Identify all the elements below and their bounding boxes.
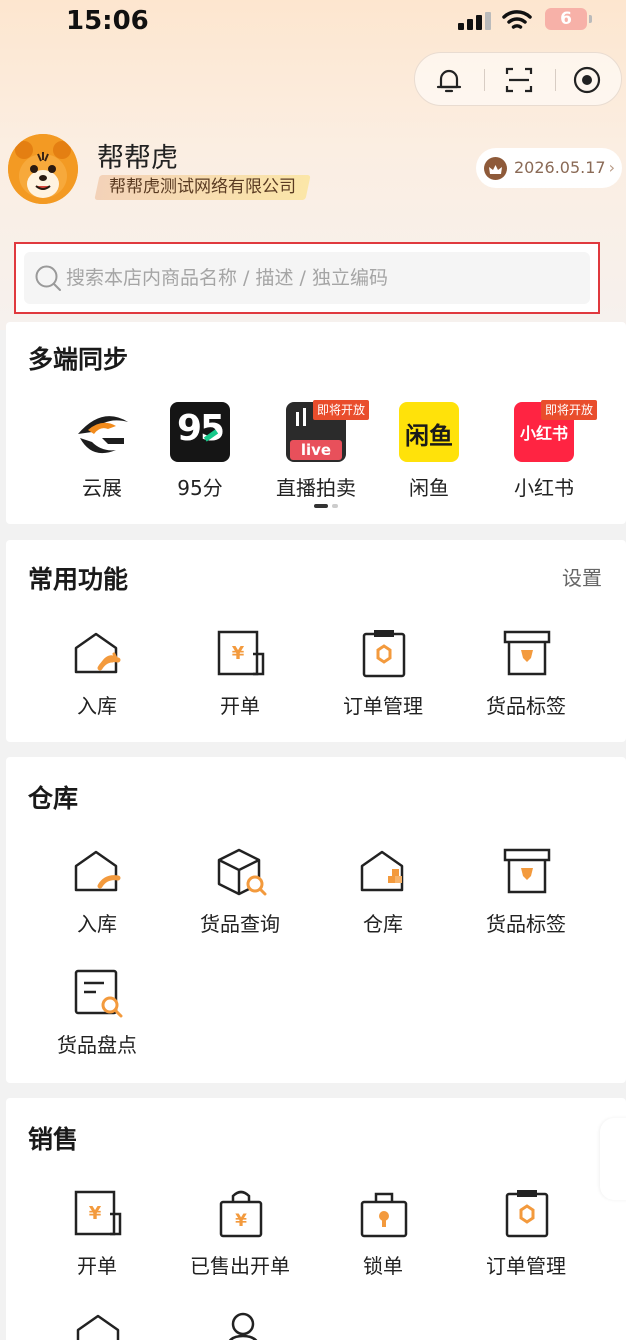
func-label: 货品盘点: [57, 1033, 137, 1057]
box-search-icon: [217, 848, 267, 896]
floating-side-tab[interactable]: [600, 1118, 626, 1200]
house-inbound-icon: [74, 632, 121, 674]
sales-card: 销售 ¥ 开单 ¥ 已售出开单 锁单 订单管理: [6, 1098, 626, 1340]
func-lock-order[interactable]: 锁单: [312, 1188, 454, 1288]
sync-label: 95分: [177, 476, 223, 500]
xianyu-logo-icon: 闲鱼: [399, 402, 459, 462]
func-warehouse[interactable]: 仓库: [312, 846, 454, 946]
func-label: 入库: [77, 694, 117, 718]
search-box: [24, 252, 590, 304]
search-input[interactable]: [66, 252, 566, 304]
func-billing[interactable]: ¥ 开单: [169, 628, 311, 728]
common-functions-card: 常用功能 设置 入库 ¥ 开单 订单管理 货品标签: [6, 540, 626, 742]
live-logo-bar: [296, 412, 299, 426]
person-icon[interactable]: [217, 1310, 269, 1340]
func-label: 货品标签: [486, 912, 566, 936]
95fen-logo-icon: 95: [170, 402, 230, 462]
capsule-divider: [484, 69, 485, 91]
wifi-icon: [502, 10, 532, 29]
top-capsule: [414, 52, 622, 106]
sold-bag-icon: ¥: [219, 1190, 263, 1238]
user-name: 帮帮虎: [97, 143, 178, 174]
xiaohongshu-logo-text: 小红书: [519, 424, 568, 443]
func-order-management[interactable]: 订单管理: [455, 1188, 597, 1288]
sales-title: 销售: [28, 1125, 79, 1154]
xianyu-logo-text: 闲鱼: [405, 422, 453, 450]
svg-text:¥: ¥: [232, 643, 245, 664]
chevron-right-icon: ›: [608, 158, 616, 177]
expiry-date: 2026.05.17: [514, 158, 606, 177]
tiger-avatar-icon: [8, 134, 78, 204]
sync-label: 直播拍卖: [276, 476, 356, 500]
func-label: 锁单: [363, 1254, 403, 1278]
func-label: 开单: [77, 1254, 117, 1278]
warehouse-title: 仓库: [28, 784, 79, 813]
warehouse-card: 仓库 入库 货品查询 仓库 货品标签 货品盘点: [6, 757, 626, 1083]
record-icon[interactable]: [571, 64, 603, 96]
sync-title: 多端同步: [28, 345, 129, 374]
func-inventory-count[interactable]: 货品盘点: [26, 967, 168, 1067]
company-name: 帮帮虎测试网络有限公司: [109, 177, 296, 197]
func-product-label[interactable]: 货品标签: [455, 846, 597, 946]
lock-bag-icon: [360, 1192, 408, 1238]
func-label: 订单管理: [343, 694, 423, 718]
coming-soon-badge: 即将开放: [313, 400, 370, 420]
func-label: 开单: [220, 694, 260, 718]
crown-icon: [484, 157, 507, 180]
expiry-badge[interactable]: 2026.05.17 ›: [476, 148, 622, 188]
company-tag: 帮帮虎测试网络有限公司: [94, 175, 311, 200]
sync-label: 小红书: [514, 476, 574, 500]
house-inbound-icon[interactable]: [74, 1310, 126, 1340]
func-label: 订单管理: [486, 1254, 566, 1278]
live-logo-text: live: [290, 440, 342, 460]
common-title: 常用功能: [28, 565, 129, 594]
func-sold-billing[interactable]: ¥ 已售出开单: [169, 1188, 311, 1288]
scan-icon[interactable]: [503, 64, 535, 96]
warehouse-icon: [360, 850, 404, 892]
func-product-label[interactable]: 货品标签: [455, 628, 597, 728]
status-bar: 15:06 6: [0, 0, 626, 44]
func-inbound[interactable]: 入库: [26, 628, 168, 728]
clipboard-order-icon: [362, 630, 406, 678]
sync-card: 多端同步 云展 95 95分 live 即将开放 直播拍卖 闲鱼 闲鱼 小红书 …: [6, 322, 626, 524]
settings-link[interactable]: 设置: [562, 562, 602, 591]
yuan-bill-icon: ¥: [217, 630, 265, 676]
sync-label: 闲鱼: [409, 476, 449, 500]
func-label: 入库: [77, 912, 117, 936]
box-label-icon: [503, 848, 551, 894]
func-label: 仓库: [363, 912, 403, 936]
yunzhan-logo-icon: [78, 416, 128, 454]
sync-label: 云展: [82, 476, 122, 500]
95fen-logo-text: 95: [176, 408, 225, 449]
func-label: 货品标签: [486, 694, 566, 718]
func-label: 已售出开单: [190, 1254, 290, 1278]
svg-text:¥: ¥: [89, 1203, 102, 1224]
svg-text:¥: ¥: [235, 1211, 247, 1231]
inventory-count-icon: [74, 969, 123, 1018]
search-icon: [35, 265, 61, 291]
func-billing[interactable]: ¥ 开单: [26, 1188, 168, 1288]
box-label-icon: [503, 630, 551, 676]
coming-soon-badge: 即将开放: [541, 400, 598, 420]
func-label: 货品查询: [200, 912, 280, 936]
func-inbound[interactable]: 入库: [26, 846, 168, 946]
avatar[interactable]: [8, 134, 78, 204]
live-logo-bar: [303, 408, 306, 426]
clipboard-order-icon: [505, 1190, 549, 1238]
signal-icon: [458, 12, 492, 30]
capsule-divider: [555, 69, 556, 91]
bell-icon[interactable]: [433, 64, 465, 96]
yuan-bill-icon: ¥: [74, 1190, 122, 1236]
search-bar: [14, 242, 600, 314]
house-inbound-icon: [74, 850, 121, 892]
func-product-search[interactable]: 货品查询: [169, 846, 311, 946]
status-time: 15:06: [66, 6, 149, 36]
battery-indicator: 6: [545, 8, 592, 30]
func-order-management[interactable]: 订单管理: [312, 628, 454, 728]
